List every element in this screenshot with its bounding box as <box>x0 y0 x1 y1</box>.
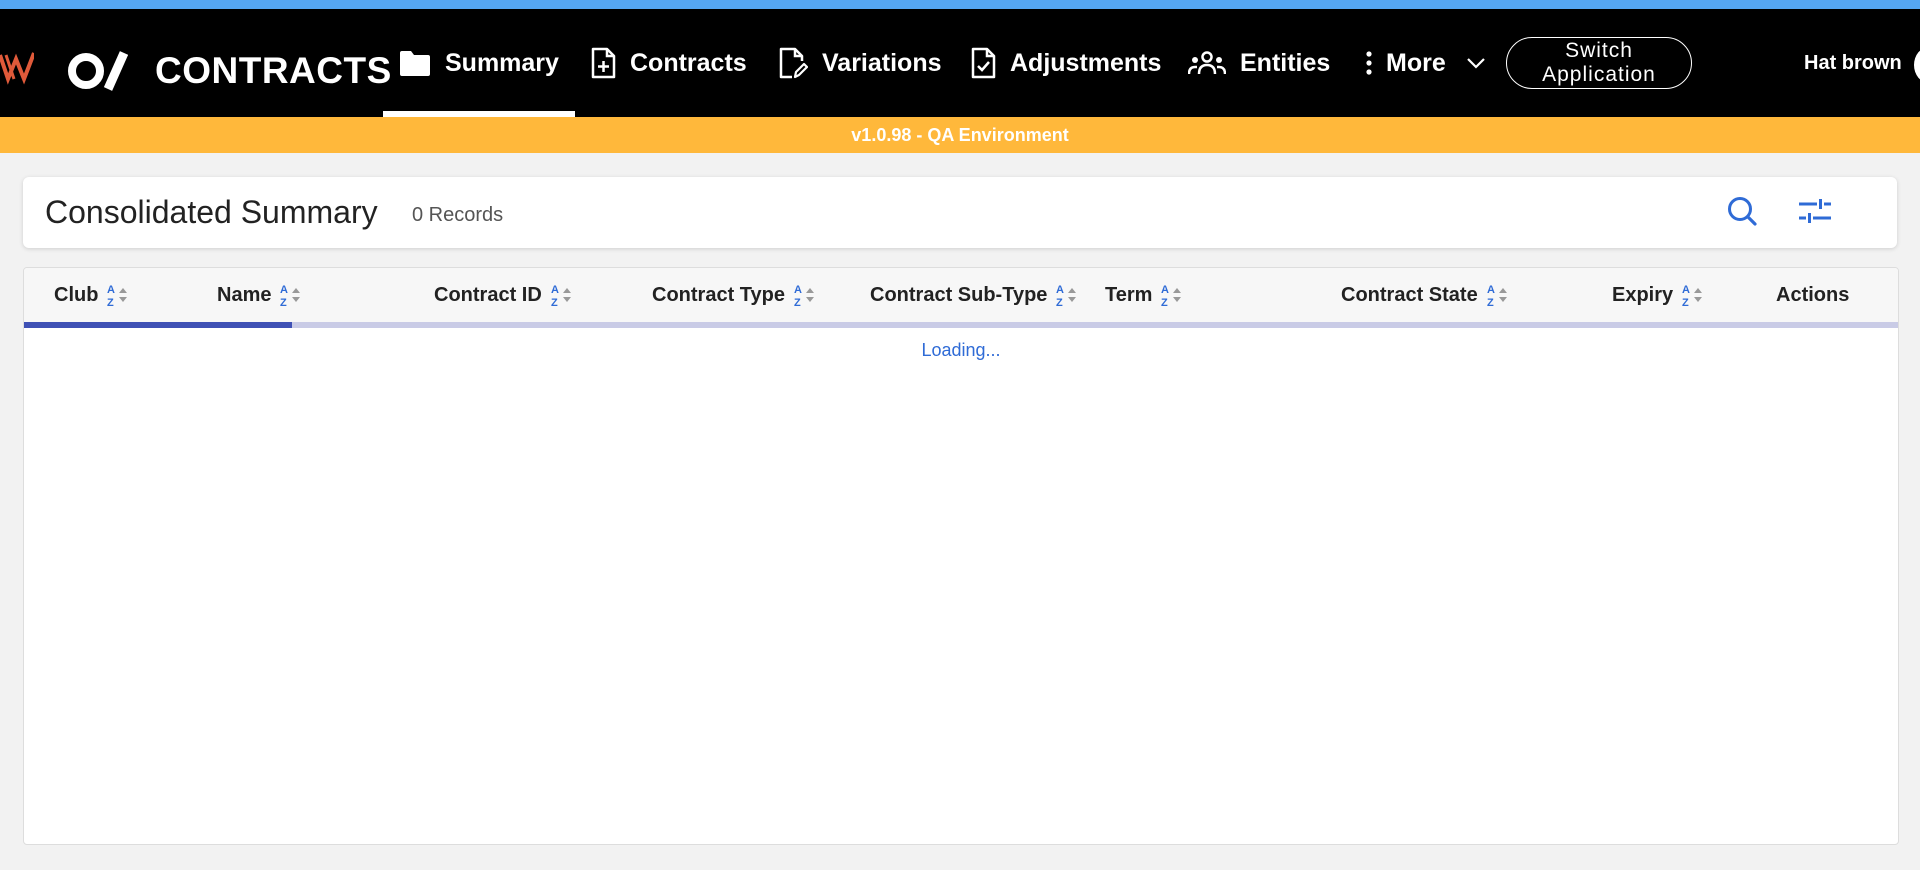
svg-text:A: A <box>1161 284 1169 296</box>
column-label: Contract Type <box>652 283 785 306</box>
svg-text:Z: Z <box>551 297 558 308</box>
environment-label: v1.0.98 - QA Environment <box>851 124 1069 145</box>
top-accent-strip <box>0 0 1920 9</box>
svg-text:A: A <box>1056 284 1064 296</box>
column-label: Name <box>217 283 272 306</box>
nav-label-contracts: Contracts <box>630 48 747 77</box>
page-title: Consolidated Summary <box>45 194 378 230</box>
sort-az-icon[interactable]: A Z <box>793 282 819 308</box>
nav-summary[interactable]: Summary <box>383 9 575 117</box>
logo-icon <box>68 51 128 91</box>
column-label: Contract State <box>1341 283 1478 306</box>
column-label: Club <box>54 283 99 306</box>
column-header-term[interactable]: Term A Z <box>1105 268 1186 322</box>
loading-progress-fill <box>24 322 292 328</box>
svg-text:A: A <box>551 284 559 296</box>
folder-icon <box>400 51 430 76</box>
svg-text:Z: Z <box>280 297 287 308</box>
nav-label-adjustments: Adjustments <box>1010 48 1162 77</box>
sort-az-icon[interactable]: A Z <box>1160 282 1186 308</box>
svg-text:A: A <box>1682 284 1690 296</box>
nav-label-entities: Entities <box>1240 48 1331 77</box>
brand-mark-icon <box>0 52 34 85</box>
file-edit-icon <box>779 47 808 79</box>
column-header-expiry[interactable]: Expiry A Z <box>1612 268 1707 322</box>
sort-az-icon[interactable]: A Z <box>550 282 576 308</box>
svg-text:A: A <box>794 284 802 296</box>
more-vertical-icon <box>1366 51 1372 75</box>
app-title: CONTRACTS <box>155 50 392 91</box>
top-navbar: CONTRACTS Summary Contracts Variations A… <box>0 9 1920 117</box>
nav-more-menu[interactable]: More <box>1366 9 1486 117</box>
sort-az-icon[interactable]: A Z <box>279 282 305 308</box>
column-label: Contract ID <box>434 283 542 306</box>
column-header-contract-type[interactable]: Contract Type A Z <box>652 268 819 322</box>
avatar[interactable] <box>1914 47 1920 83</box>
filter-sliders-icon[interactable] <box>1795 191 1835 231</box>
sort-az-icon[interactable]: A Z <box>106 282 132 308</box>
file-check-icon <box>971 47 996 79</box>
column-label: Term <box>1105 283 1153 306</box>
column-label: Expiry <box>1612 283 1674 306</box>
record-count: 0 Records <box>412 204 504 226</box>
svg-text:Z: Z <box>794 297 801 308</box>
svg-text:Z: Z <box>1161 297 1168 308</box>
column-label: Contract Sub-Type <box>870 283 1048 306</box>
loading-text: Loading... <box>921 340 1001 360</box>
svg-text:A: A <box>280 284 288 296</box>
nav-contracts[interactable]: Contracts <box>590 9 747 117</box>
column-header-contract-sub-type[interactable]: Contract Sub-Type A Z <box>870 268 1081 322</box>
sort-az-icon[interactable]: A Z <box>1486 282 1512 308</box>
svg-text:Z: Z <box>1682 297 1689 308</box>
loading-progress-bar <box>24 322 1898 328</box>
column-label: Actions <box>1776 283 1850 306</box>
nav-label-variations: Variations <box>822 48 942 77</box>
column-header-name[interactable]: Name A Z <box>217 268 305 322</box>
svg-text:Z: Z <box>107 297 114 308</box>
file-plus-icon <box>591 47 616 79</box>
svg-text:Z: Z <box>1487 297 1494 308</box>
nav-adjustments[interactable]: Adjustments <box>970 9 1161 117</box>
sort-az-icon[interactable]: A Z <box>1055 282 1081 308</box>
nav-label-more: More <box>1386 48 1446 77</box>
column-header-club[interactable]: Club A Z <box>54 268 132 322</box>
contracts-table: Club A Z Name A Z Contract ID A Z Contra… <box>23 267 1899 845</box>
summary-header-card: Consolidated Summary 0 Records <box>23 177 1897 248</box>
search-icon[interactable] <box>1722 191 1762 231</box>
column-header-actions: Actions <box>1776 268 1849 322</box>
svg-text:Z: Z <box>1056 297 1063 308</box>
table-header: Club A Z Name A Z Contract ID A Z Contra… <box>24 268 1898 322</box>
environment-banner: v1.0.98 - QA Environment <box>0 117 1920 153</box>
chevron-down-icon <box>1466 58 1485 69</box>
switch-application-button[interactable]: Switch Application <box>1506 37 1692 89</box>
sort-az-icon[interactable]: A Z <box>1681 282 1707 308</box>
nav-variations[interactable]: Variations <box>778 9 942 117</box>
nav-entities[interactable]: Entities <box>1188 9 1330 117</box>
column-header-contract-state[interactable]: Contract State A Z <box>1341 268 1512 322</box>
group-icon <box>1188 51 1226 75</box>
user-name[interactable]: Hat brown <box>1804 49 1902 77</box>
nav-label-summary: Summary <box>445 48 559 77</box>
column-header-contract-id[interactable]: Contract ID A Z <box>434 268 576 322</box>
svg-text:A: A <box>107 284 115 296</box>
svg-text:A: A <box>1487 284 1495 296</box>
